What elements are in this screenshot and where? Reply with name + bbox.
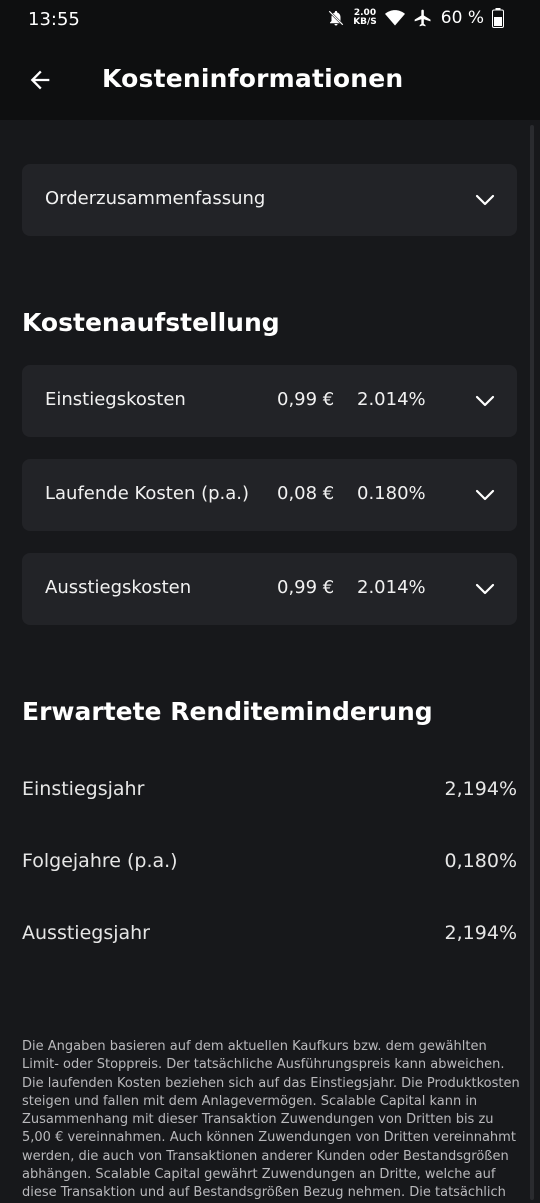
- cost-item-percent: 0.180%: [357, 483, 426, 504]
- cost-breakdown-title: Kostenaufstellung: [22, 308, 280, 337]
- net-speed: 2.00 KB/S: [353, 9, 377, 27]
- return-row-label: Folgejahre (p.a.): [22, 850, 178, 872]
- wifi-icon: [384, 10, 405, 26]
- cost-item-exit[interactable]: Ausstiegskosten 0,99 € 2.014%: [22, 553, 517, 625]
- cost-item-running[interactable]: Laufende Kosten (p.a.) 0,08 € 0.180%: [22, 459, 517, 531]
- cost-item-entry[interactable]: Einstiegskosten 0,99 € 2.014%: [22, 365, 517, 437]
- back-arrow-icon[interactable]: [26, 66, 54, 94]
- return-row-value: 0,180%: [444, 850, 517, 872]
- bell-off-icon: [328, 10, 344, 26]
- battery-icon: [492, 8, 504, 28]
- disclaimer-text: Die Angaben basieren auf dem aktuellen K…: [22, 1039, 520, 1201]
- return-row-following-years: Folgejahre (p.a.) 0,180%: [22, 850, 517, 880]
- return-row-entry-year: Einstiegsjahr 2,194%: [22, 778, 517, 808]
- return-row-label: Ausstiegsjahr: [22, 922, 150, 944]
- airplane-icon: [414, 9, 431, 27]
- return-row-label: Einstiegsjahr: [22, 778, 145, 800]
- return-row-value: 2,194%: [444, 922, 517, 944]
- page-title: Kosteninformationen: [102, 64, 404, 93]
- cost-item-amount: 0,99 €: [277, 389, 335, 410]
- battery-percent: 60 %: [440, 8, 484, 28]
- scrollbar[interactable]: [530, 125, 534, 1200]
- cost-item-label: Einstiegskosten: [45, 389, 186, 410]
- chevron-down-icon: [475, 583, 495, 595]
- status-time: 13:55: [28, 9, 80, 30]
- cost-item-amount: 0,08 €: [277, 483, 335, 504]
- return-row-value: 2,194%: [444, 778, 517, 800]
- app-header: Kosteninformationen: [0, 42, 540, 120]
- net-speed-unit: KB/S: [353, 17, 377, 27]
- cost-item-label: Ausstiegskosten: [45, 577, 192, 598]
- cost-item-amount: 0,99 €: [277, 577, 335, 598]
- chevron-down-icon: [475, 395, 495, 407]
- cost-item-label: Laufende Kosten (p.a.): [45, 483, 250, 504]
- return-row-exit-year: Ausstiegsjahr 2,194%: [22, 922, 517, 952]
- chevron-down-icon: [475, 489, 495, 501]
- cost-item-percent: 2.014%: [357, 389, 426, 410]
- chevron-down-icon: [475, 194, 495, 206]
- cost-item-percent: 2.014%: [357, 577, 426, 598]
- status-icons: 2.00 KB/S 60 %: [327, 8, 504, 28]
- status-bar: 13:55 2.00 KB/S 60 %: [0, 0, 540, 42]
- order-summary-card[interactable]: Orderzusammenfassung: [22, 164, 517, 236]
- order-summary-label: Orderzusammenfassung: [45, 188, 266, 209]
- return-reduction-title: Erwartete Renditeminderung: [22, 697, 433, 726]
